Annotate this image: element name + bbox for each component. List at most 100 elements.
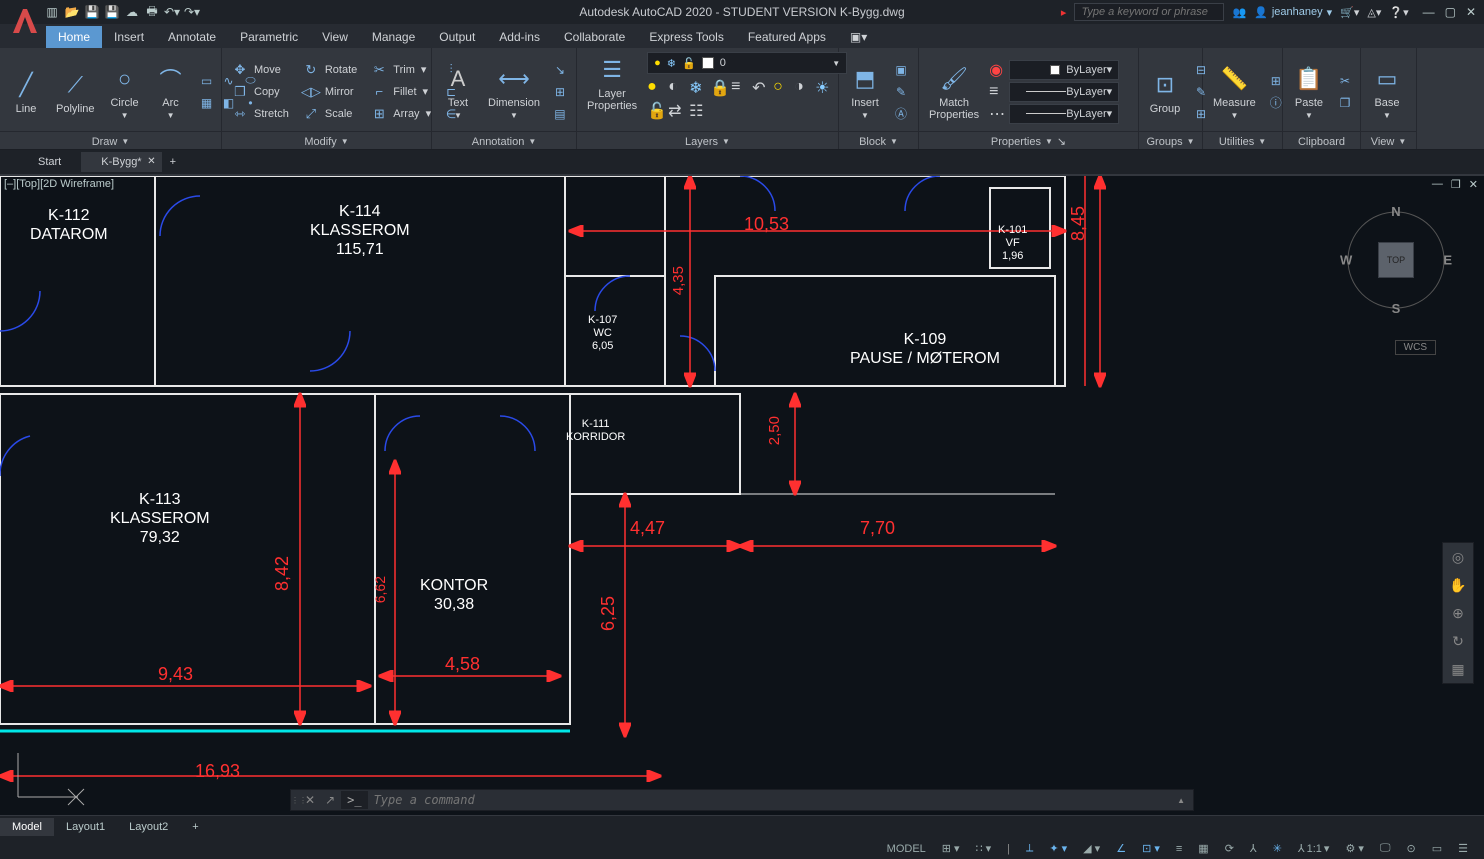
- fillet-button[interactable]: ⌐Fillet ▾: [367, 82, 435, 102]
- arc-button[interactable]: ⌒Arc▼: [151, 61, 191, 122]
- menu-parametric[interactable]: Parametric: [228, 26, 310, 48]
- qat-save-icon[interactable]: 💾: [84, 4, 100, 20]
- lineweight-selector[interactable]: ByLayer ▾: [1009, 82, 1119, 102]
- layer-properties-button[interactable]: ☰Layer Properties: [583, 52, 641, 114]
- menu-express-tools[interactable]: Express Tools: [637, 26, 735, 48]
- trim-button[interactable]: ✂Trim ▾: [367, 60, 435, 80]
- layer-change-icon[interactable]: ⇄: [668, 101, 686, 121]
- qat-plot-icon[interactable]: 🖶: [144, 4, 160, 20]
- connect-icon[interactable]: 👥: [1232, 6, 1246, 19]
- panel-groups-title[interactable]: Groups ▼: [1139, 131, 1202, 149]
- block-create-icon[interactable]: ▣: [891, 60, 911, 80]
- status-snap-icon[interactable]: ∷ ▾: [970, 840, 998, 857]
- insert-button[interactable]: ⬒Insert▼: [845, 61, 885, 122]
- qat-web-icon[interactable]: ☁: [124, 4, 140, 20]
- cart-icon[interactable]: 🛒▾: [1340, 6, 1359, 19]
- menu-annotate[interactable]: Annotate: [156, 26, 228, 48]
- layer-lock2-icon[interactable]: 🔒: [710, 78, 728, 98]
- layer-uniso-icon[interactable]: ◑: [794, 78, 812, 98]
- layer-match-icon[interactable]: ≡: [731, 78, 749, 98]
- doc-close[interactable]: ✕: [1469, 178, 1478, 191]
- user-account[interactable]: 👤jeanhaney ▾: [1254, 6, 1332, 19]
- menu-manage[interactable]: Manage: [360, 26, 427, 48]
- filetab-add[interactable]: +: [162, 152, 184, 172]
- layer-on-icon[interactable]: ○: [773, 78, 791, 98]
- status-clean-icon[interactable]: ▭: [1426, 840, 1448, 857]
- mtext-icon[interactable]: ▤: [550, 104, 570, 124]
- help-search-input[interactable]: [1074, 3, 1224, 21]
- rotate-button[interactable]: ↻Rotate: [299, 60, 361, 80]
- doc-restore[interactable]: ❐: [1451, 178, 1461, 191]
- status-custom-icon[interactable]: ☰: [1452, 840, 1474, 857]
- layer-freeze2-icon[interactable]: ❄: [689, 78, 707, 98]
- panel-block-title[interactable]: Block ▼: [839, 131, 918, 149]
- rect-icon[interactable]: ▭: [197, 71, 217, 91]
- command-line[interactable]: ⋮⋮ ✕ ↗ >_ ▲: [290, 789, 1194, 811]
- menu-output[interactable]: Output: [427, 26, 487, 48]
- scale-button[interactable]: ⤢Scale: [299, 104, 361, 124]
- qat-saveas-icon[interactable]: 💾: [104, 4, 120, 20]
- color-selector[interactable]: ByLayer ▾: [1009, 60, 1119, 80]
- dimension-button[interactable]: ⟷Dimension▼: [484, 61, 544, 122]
- nav-pan-icon[interactable]: ✋: [1443, 571, 1473, 599]
- qat-redo-icon[interactable]: ↷▾: [184, 4, 200, 20]
- wcs-label[interactable]: WCS: [1395, 340, 1436, 355]
- status-monitor-icon[interactable]: 🖵: [1374, 840, 1397, 857]
- mirror-button[interactable]: ◁▷Mirror: [299, 82, 361, 102]
- layer-thaw-icon[interactable]: ☀: [815, 78, 833, 98]
- nav-zoom-icon[interactable]: ⊕: [1443, 599, 1473, 627]
- menu-home[interactable]: Home: [46, 26, 102, 48]
- status-scale[interactable]: ⅄ 1:1 ▾: [1292, 840, 1336, 857]
- layer-iso-icon[interactable]: ◐: [668, 78, 686, 98]
- text-button[interactable]: AText▼: [438, 61, 478, 122]
- panel-modify-title[interactable]: Modify ▼: [222, 131, 431, 149]
- panel-layers-title[interactable]: Layers ▼: [577, 131, 838, 149]
- layout-add[interactable]: +: [180, 818, 210, 836]
- status-iso-icon[interactable]: ◢ ▾: [1077, 840, 1106, 857]
- cmd-handle-icon[interactable]: ⋮⋮: [291, 796, 301, 805]
- panel-properties-title[interactable]: Properties ▼ ↘: [919, 131, 1138, 149]
- table-icon[interactable]: ⊞: [550, 82, 570, 102]
- viewcube[interactable]: N S E W TOP: [1336, 200, 1456, 320]
- array-button[interactable]: ⊞Array ▾: [367, 104, 435, 124]
- match-props-button[interactable]: 🖌Match Properties: [925, 61, 983, 123]
- nav-showmotion-icon[interactable]: ▦: [1443, 655, 1473, 683]
- menu-add-ins[interactable]: Add-ins: [487, 26, 552, 48]
- menu-featured-apps[interactable]: Featured Apps: [736, 26, 838, 48]
- move-button[interactable]: ✥Move: [228, 60, 293, 80]
- status-model[interactable]: MODEL: [881, 841, 932, 857]
- linetype-icon[interactable]: ⋯: [989, 104, 1005, 124]
- cmd-close-icon[interactable]: ✕: [301, 793, 319, 807]
- panel-draw-title[interactable]: Draw ▼: [0, 131, 221, 149]
- cut-icon[interactable]: ✂: [1335, 71, 1355, 91]
- qat-undo-icon[interactable]: ↶▾: [164, 4, 180, 20]
- polyline-button[interactable]: ⟋Polyline: [52, 67, 99, 117]
- layer-unlock-icon[interactable]: 🔓: [647, 101, 665, 121]
- app-logo[interactable]: [6, 2, 44, 40]
- status-ws-icon[interactable]: ⚙ ▾: [1339, 840, 1369, 857]
- drawing-canvas[interactable]: [–][Top][2D Wireframe] — ❐ ✕: [0, 176, 1484, 815]
- status-cycling-icon[interactable]: ⟳: [1219, 840, 1240, 857]
- menu-view[interactable]: View: [310, 26, 360, 48]
- cmd-recent-icon[interactable]: ↗: [319, 793, 341, 807]
- status-grid-icon[interactable]: ⊞ ▾: [936, 840, 966, 857]
- help-icon[interactable]: ❔▾: [1389, 6, 1408, 19]
- line-button[interactable]: ╱Line: [6, 67, 46, 117]
- cmd-expand-icon[interactable]: ▲: [1169, 796, 1193, 805]
- layer-selector[interactable]: ● ❄ 🔓 0 ▼: [647, 52, 847, 74]
- a360-icon[interactable]: ◬▾: [1367, 6, 1381, 19]
- qat-open-icon[interactable]: 📂: [64, 4, 80, 20]
- minimize-button[interactable]: —: [1423, 5, 1435, 19]
- copy2-icon[interactable]: ❐: [1335, 93, 1355, 113]
- stretch-button[interactable]: ⇿Stretch: [228, 104, 293, 124]
- qat-new-icon[interactable]: ▥: [44, 4, 60, 20]
- hatch-icon[interactable]: ▦: [197, 93, 217, 113]
- status-hw-icon[interactable]: ⊙: [1401, 840, 1422, 857]
- block-attr-icon[interactable]: Ⓐ: [891, 104, 911, 124]
- layout-model[interactable]: Model: [0, 818, 54, 836]
- status-annoscale-icon[interactable]: ⅄: [1244, 840, 1263, 857]
- nav-orbit-icon[interactable]: ↻: [1443, 627, 1473, 655]
- maximize-button[interactable]: ▢: [1445, 5, 1456, 19]
- base-button[interactable]: ▭Base▼: [1367, 61, 1407, 122]
- lineweight-icon[interactable]: ≡: [989, 83, 1005, 101]
